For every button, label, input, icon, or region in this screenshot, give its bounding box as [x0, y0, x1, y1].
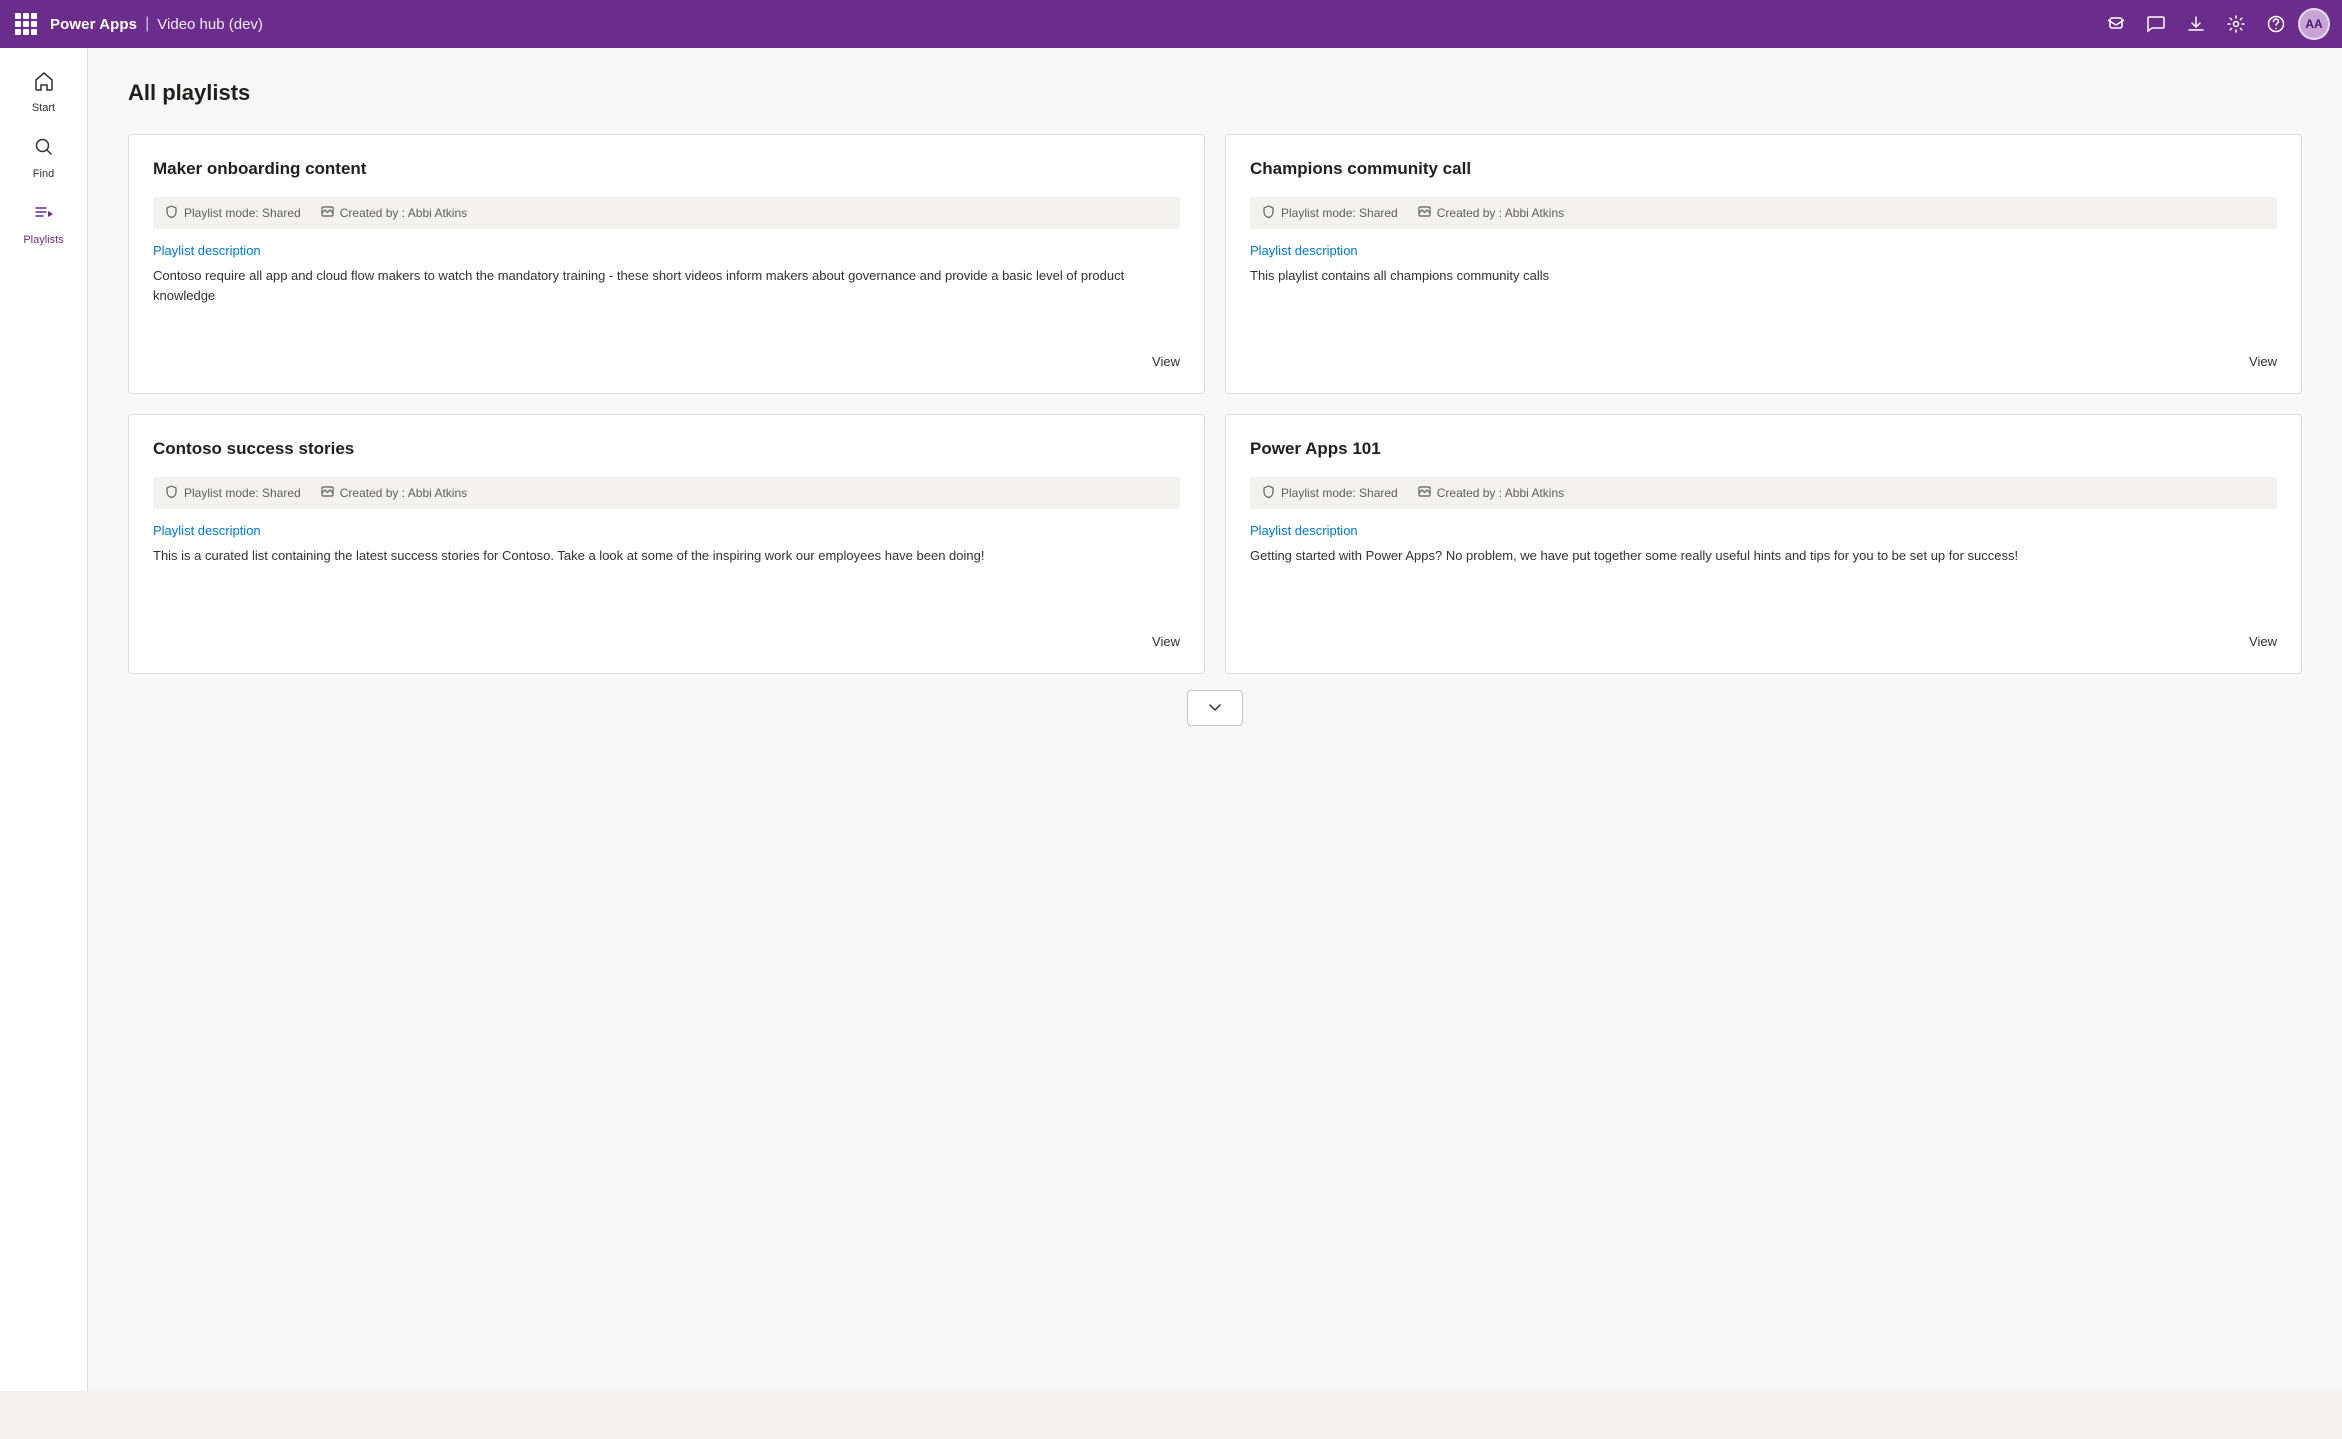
playlist-mode-text-3: Playlist mode: Shared	[184, 486, 301, 500]
playlist-mode-maker-onboarding: Playlist mode: Shared	[165, 205, 301, 221]
download-icon	[2187, 15, 2205, 33]
image-icon-2	[1418, 205, 1431, 221]
playlist-view-button-3[interactable]: View	[1152, 618, 1180, 649]
playlist-card-maker-onboarding: Maker onboarding content Playlist mode: …	[128, 134, 1205, 394]
playlist-card-power-apps-101: Power Apps 101 Playlist mode: Shared Cre…	[1225, 414, 2302, 674]
avatar-initials: AA	[2305, 17, 2322, 31]
shield-icon-2	[1262, 205, 1275, 221]
waffle-icon	[15, 13, 37, 35]
shield-icon-4	[1262, 485, 1275, 501]
notifications-icon	[2107, 15, 2125, 33]
sidebar-item-find[interactable]: Find	[4, 126, 84, 190]
playlist-meta-champions-community: Playlist mode: Shared Created by : Abbi …	[1250, 197, 2277, 229]
title-separator: |	[145, 15, 149, 33]
playlist-desc-text-2: This playlist contains all champions com…	[1250, 266, 2277, 338]
playlist-mode-power-apps-101: Playlist mode: Shared	[1262, 485, 1398, 501]
sidebar: Start Find Playlists	[0, 48, 88, 1391]
playlist-meta-power-apps-101: Playlist mode: Shared Created by : Abbi …	[1250, 477, 2277, 509]
playlist-desc-label-3[interactable]: Playlist description	[153, 523, 1180, 538]
download-button[interactable]	[2178, 6, 2214, 42]
shield-icon-1	[165, 205, 178, 221]
playlist-desc-label-2[interactable]: Playlist description	[1250, 243, 2277, 258]
playlist-creator-text-3: Created by : Abbi Atkins	[340, 486, 467, 500]
sidebar-playlists-label: Playlists	[23, 234, 63, 246]
image-icon-1	[321, 205, 334, 221]
playlist-mode-text-1: Playlist mode: Shared	[184, 206, 301, 220]
topbar-icons: AA	[2098, 6, 2330, 42]
playlist-mode-text-2: Playlist mode: Shared	[1281, 206, 1398, 220]
playlist-desc-label-1[interactable]: Playlist description	[153, 243, 1180, 258]
playlist-creator-text-4: Created by : Abbi Atkins	[1437, 486, 1564, 500]
topbar: Power Apps | Video hub (dev)	[0, 0, 2342, 48]
sidebar-item-playlists[interactable]: Playlists	[4, 192, 84, 256]
playlist-creator-text-1: Created by : Abbi Atkins	[340, 206, 467, 220]
playlist-view-button-2[interactable]: View	[2249, 338, 2277, 369]
help-button[interactable]	[2258, 6, 2294, 42]
user-avatar[interactable]: AA	[2298, 8, 2330, 40]
sidebar-find-label: Find	[33, 168, 54, 180]
playlist-title-contoso-success: Contoso success stories	[153, 439, 1180, 459]
sidebar-start-label: Start	[32, 102, 55, 114]
app-title: Power Apps	[50, 16, 137, 33]
playlist-mode-text-4: Playlist mode: Shared	[1281, 486, 1398, 500]
playlist-creator-champions-community: Created by : Abbi Atkins	[1418, 205, 1564, 221]
playlist-desc-text-3: This is a curated list containing the la…	[153, 546, 1180, 618]
playlist-desc-text-4: Getting started with Power Apps? No prob…	[1250, 546, 2277, 618]
playlist-creator-contoso-success: Created by : Abbi Atkins	[321, 485, 467, 501]
image-icon-3	[321, 485, 334, 501]
playlist-meta-contoso-success: Playlist mode: Shared Created by : Abbi …	[153, 477, 1180, 509]
playlist-mode-contoso-success: Playlist mode: Shared	[165, 485, 301, 501]
image-icon-4	[1418, 485, 1431, 501]
app-subtitle: Video hub (dev)	[157, 16, 263, 33]
page-title: All playlists	[128, 80, 2302, 106]
playlist-title-maker-onboarding: Maker onboarding content	[153, 159, 1180, 179]
playlist-meta-maker-onboarding: Playlist mode: Shared Created by : Abbi …	[153, 197, 1180, 229]
playlists-icon	[33, 202, 55, 230]
playlists-grid: Maker onboarding content Playlist mode: …	[128, 134, 2302, 674]
playlist-creator-maker-onboarding: Created by : Abbi Atkins	[321, 205, 467, 221]
playlist-title-champions-community: Champions community call	[1250, 159, 2277, 179]
help-icon	[2267, 15, 2285, 33]
playlist-creator-text-2: Created by : Abbi Atkins	[1437, 206, 1564, 220]
main-content: All playlists Maker onboarding content P…	[88, 48, 2342, 1391]
notifications-button[interactable]	[2098, 6, 2134, 42]
chevron-down-icon	[1208, 701, 1222, 715]
shield-icon-3	[165, 485, 178, 501]
playlist-title-power-apps-101: Power Apps 101	[1250, 439, 2277, 459]
settings-button[interactable]	[2218, 6, 2254, 42]
app-layout: Start Find Playlists	[0, 48, 2342, 1391]
scroll-more-container	[128, 690, 2302, 726]
chat-button[interactable]	[2138, 6, 2174, 42]
playlist-creator-power-apps-101: Created by : Abbi Atkins	[1418, 485, 1564, 501]
playlist-card-champions-community: Champions community call Playlist mode: …	[1225, 134, 2302, 394]
gear-icon	[2227, 15, 2245, 33]
search-icon	[33, 136, 55, 164]
waffle-menu-button[interactable]	[12, 10, 40, 38]
playlist-desc-text-1: Contoso require all app and cloud flow m…	[153, 266, 1180, 338]
sidebar-item-start[interactable]: Start	[4, 60, 84, 124]
playlist-view-button-4[interactable]: View	[2249, 618, 2277, 649]
playlist-view-button-1[interactable]: View	[1152, 338, 1180, 369]
playlist-desc-label-4[interactable]: Playlist description	[1250, 523, 2277, 538]
chat-icon	[2147, 15, 2165, 33]
home-icon	[33, 70, 55, 98]
playlist-mode-champions-community: Playlist mode: Shared	[1262, 205, 1398, 221]
playlist-card-contoso-success: Contoso success stories Playlist mode: S…	[128, 414, 1205, 674]
scroll-more-button[interactable]	[1187, 690, 1243, 726]
